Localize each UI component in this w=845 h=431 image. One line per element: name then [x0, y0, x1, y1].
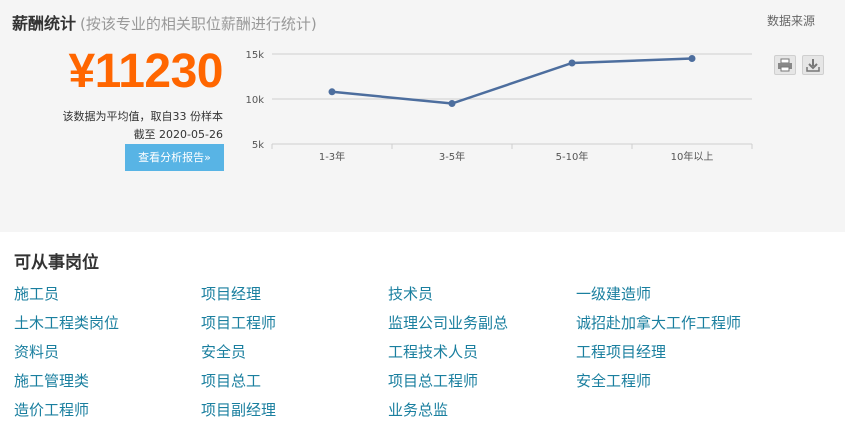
job-link[interactable]: 项目经理: [201, 283, 261, 304]
job-link[interactable]: 诚招赴加拿大工作工程师: [576, 312, 741, 333]
y-tick-label: 10k: [245, 95, 264, 106]
job-link[interactable]: 施工员: [14, 283, 59, 304]
salary-subtitle: (按该专业的相关职位薪酬进行统计): [80, 15, 317, 33]
jobs-panel: 可从事岗位 施工员土木工程类岗位 资料员施工管理类造价工程师 项目经理项目工程师安全…: [0, 236, 845, 431]
job-link[interactable]: 安全工程师: [576, 370, 651, 391]
job-link[interactable]: 工程项目经理: [576, 341, 666, 362]
job-link[interactable]: 一级建造师: [576, 283, 651, 304]
y-tick-label: 5k: [252, 140, 264, 151]
x-tick-label: 3-5年: [439, 150, 465, 163]
x-tick-label: 10年以上: [671, 150, 714, 163]
data-point: [448, 100, 456, 107]
download-button[interactable]: [802, 55, 824, 75]
job-link[interactable]: 项目总工程师: [388, 370, 478, 391]
download-icon: [806, 59, 820, 72]
job-link[interactable]: 技术员: [388, 283, 433, 304]
view-report-button[interactable]: 查看分析报告»: [125, 144, 224, 171]
print-button[interactable]: [774, 55, 796, 75]
job-link[interactable]: 资料员: [14, 341, 59, 362]
data-point: [328, 88, 336, 96]
data-point: [568, 59, 576, 67]
salary-title: 薪酬统计: [12, 14, 77, 33]
salary-line-series: [331, 57, 693, 105]
x-tick-label: 1-3年: [319, 150, 345, 163]
job-link[interactable]: 造价工程师: [14, 399, 89, 420]
job-link[interactable]: 项目副经理: [201, 399, 276, 420]
date-note: 截至 2020-05-26: [133, 128, 223, 141]
job-link[interactable]: 项目工程师: [201, 312, 276, 333]
job-link[interactable]: 土木工程类岗位: [14, 312, 119, 333]
jobs-title: 可从事岗位: [14, 253, 99, 273]
y-tick-label: 15k: [245, 50, 264, 61]
sample-note: 该数据为平均值，取自33 份样本: [62, 110, 224, 123]
job-link[interactable]: 监理公司业务副总: [388, 312, 508, 333]
job-link[interactable]: 施工管理类: [14, 370, 89, 391]
job-link[interactable]: 工程技术人员: [388, 341, 478, 362]
job-link[interactable]: 安全员: [201, 341, 246, 362]
printer-icon: [778, 58, 792, 72]
job-link[interactable]: 项目总工: [201, 370, 261, 391]
x-tick-label: 5-10年: [556, 150, 589, 163]
average-salary-value: ¥11230: [68, 45, 223, 98]
data-point: [688, 55, 696, 62]
panel-title: 薪酬统计 (按该专业的相关职位薪酬进行统计): [12, 10, 317, 34]
salary-line-chart: 5k 10k 15k 1-3年 3-5年 5-10年 10年以上: [245, 50, 753, 163]
job-link[interactable]: 业务总监: [388, 399, 448, 420]
salary-panel: 薪酬统计 (按该专业的相关职位薪酬进行统计) 数据来源 ¥11230 该数据为平均…: [0, 0, 845, 232]
data-source-link[interactable]: 数据来源: [767, 12, 815, 29]
